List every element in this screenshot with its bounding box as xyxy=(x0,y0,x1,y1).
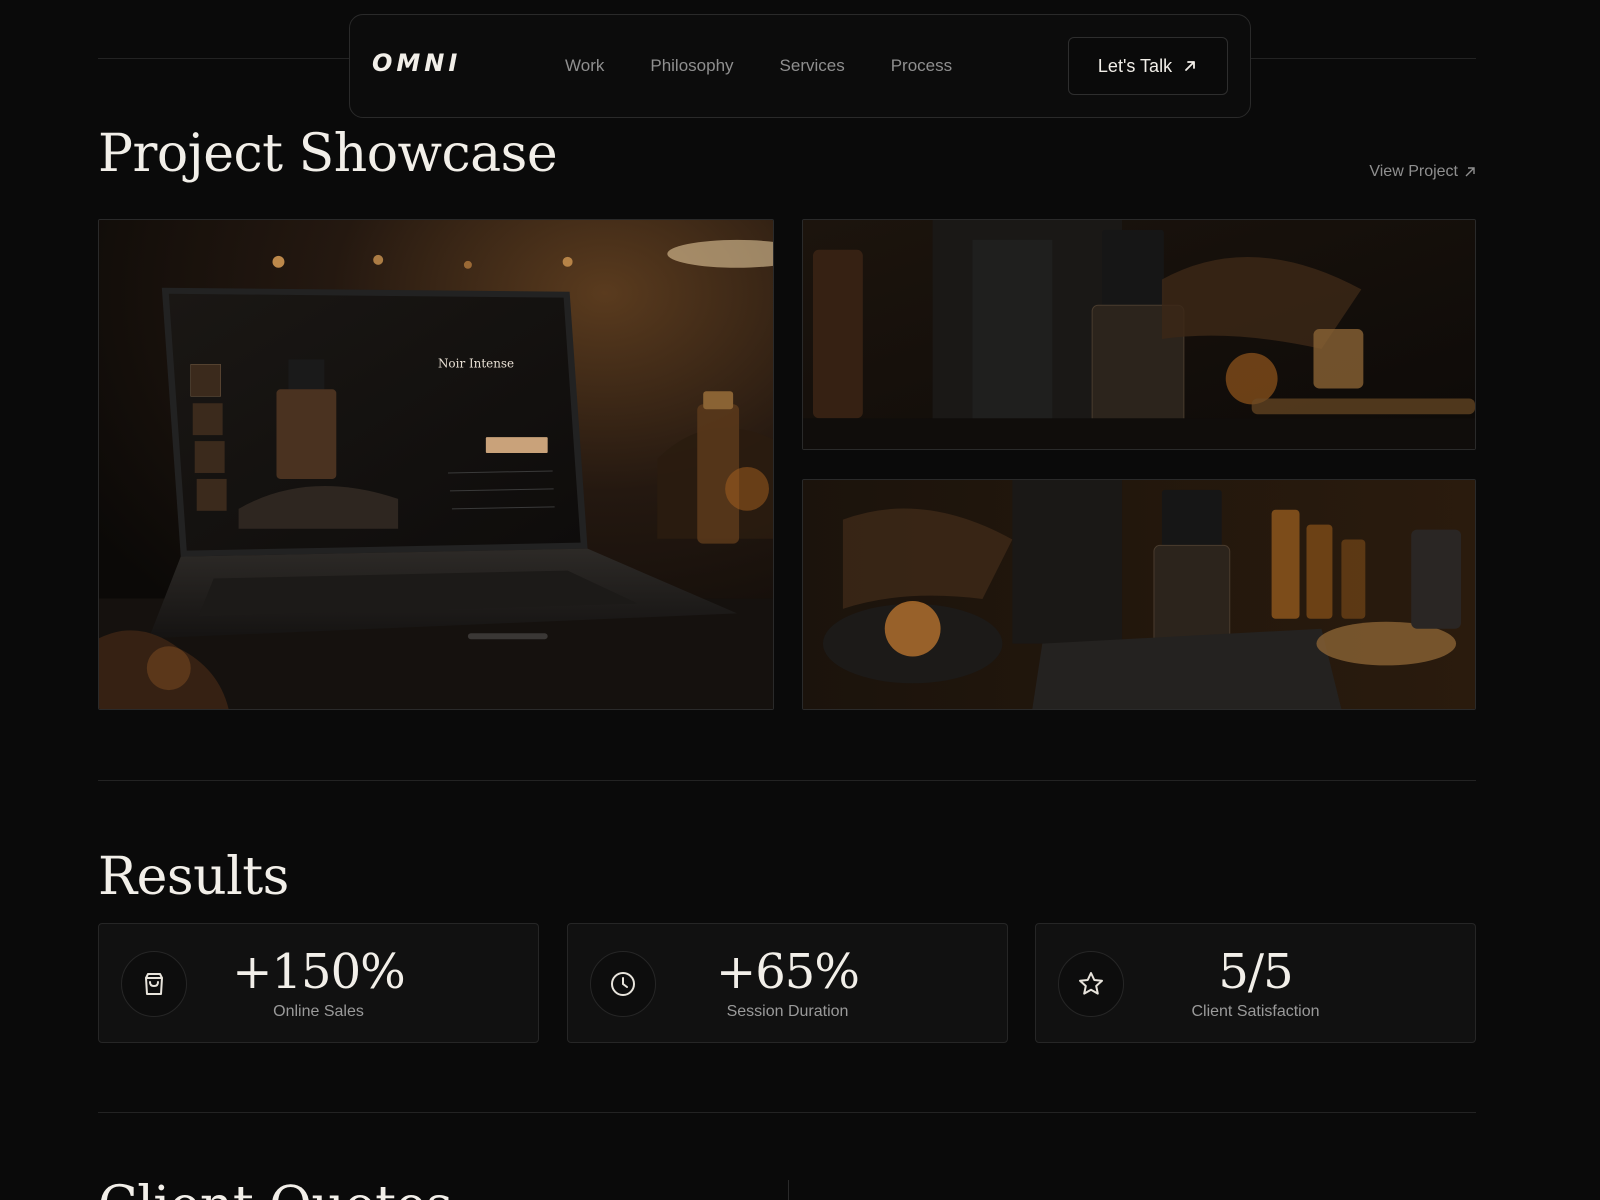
result-value: +65% xyxy=(716,944,860,1000)
result-label: Session Duration xyxy=(726,1003,849,1020)
results-title: Results xyxy=(98,847,289,907)
brand-logo[interactable]: OMNI xyxy=(372,49,461,77)
result-value: 5/5 xyxy=(1218,944,1293,1000)
nav-link-work[interactable]: Work xyxy=(565,56,604,76)
nav-links: Work Philosophy Services Process xyxy=(565,15,952,117)
result-card-session-duration: +65% Session Duration xyxy=(567,923,1008,1043)
showcase-image-laptop[interactable]: Noir Intense xyxy=(98,219,774,710)
quotes-title: Client Quotes xyxy=(98,1176,453,1200)
column-divider xyxy=(788,1180,789,1200)
view-project-link[interactable]: View Project xyxy=(1369,163,1476,181)
result-card-client-satisfaction: 5/5 Client Satisfaction xyxy=(1035,923,1476,1043)
arrow-up-right-icon xyxy=(1465,167,1475,177)
showcase-image-bottle-amber[interactable] xyxy=(802,479,1476,710)
result-card-online-sales: +150% Online Sales xyxy=(98,923,539,1043)
section-divider xyxy=(98,1112,1476,1113)
lets-talk-label: Let's Talk xyxy=(1097,55,1173,76)
section-divider xyxy=(98,780,1476,781)
nav-link-philosophy[interactable]: Philosophy xyxy=(650,56,733,76)
nav-link-services[interactable]: Services xyxy=(780,56,845,76)
arrow-up-right-icon xyxy=(1185,61,1195,71)
view-project-label: View Project xyxy=(1369,163,1458,180)
showcase-image-bottle-oud[interactable] xyxy=(802,219,1476,450)
top-nav: OMNI Work Philosophy Services Process Le… xyxy=(349,14,1251,118)
nav-link-process[interactable]: Process xyxy=(891,56,952,76)
screen-product-title: Noir Intense xyxy=(438,356,514,370)
result-value: +150% xyxy=(232,944,405,1000)
showcase-title: Project Showcase xyxy=(98,124,558,184)
lets-talk-button[interactable]: Let's Talk xyxy=(1068,37,1228,95)
result-label: Client Satisfaction xyxy=(1191,1003,1320,1020)
result-label: Online Sales xyxy=(273,1003,364,1020)
